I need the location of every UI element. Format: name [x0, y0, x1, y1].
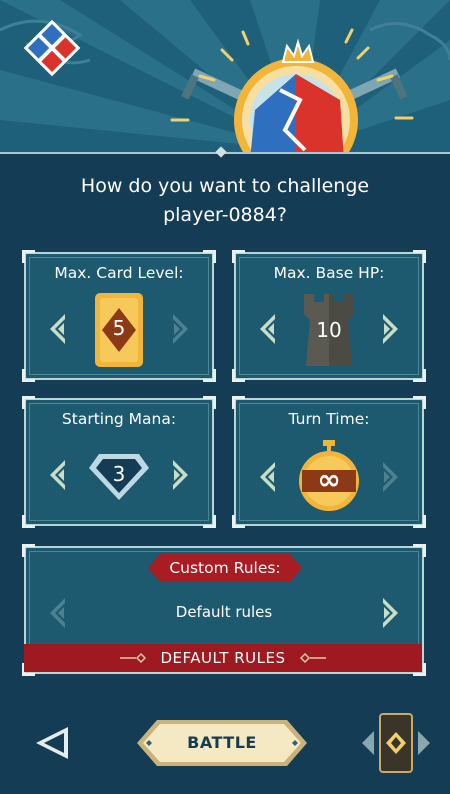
chevron-right-icon: [173, 314, 188, 344]
chevron-left-icon: [260, 314, 275, 344]
chevron-left-icon: [260, 462, 275, 492]
starting-mana-decrease-button[interactable]: [50, 460, 66, 490]
default-rules-banner: DEFAULT RULES: [24, 644, 422, 672]
crossed-swords-shield-icon: [23, 19, 81, 77]
card-level-value: 5: [112, 316, 126, 340]
card-level-increase-button[interactable]: [172, 314, 188, 344]
challenge-title-opponent: player-0884?: [163, 204, 287, 226]
chevron-right-icon: [173, 460, 188, 490]
chevron-right-icon: [383, 314, 398, 344]
deck-card-icon: [362, 713, 430, 773]
starting-mana-value: 3: [112, 462, 126, 486]
starting-mana-label: Starting Mana:: [61, 410, 177, 428]
back-button[interactable]: [34, 726, 70, 760]
challenge-title: How do you want to challenge player-0884…: [0, 172, 450, 230]
base-hp-panel: Max. Base HP: 10: [232, 250, 426, 382]
base-hp-value: 10: [316, 318, 342, 342]
starting-mana-panel: Starting Mana: 3: [22, 396, 216, 528]
card-level-decrease-button[interactable]: [50, 314, 66, 344]
base-hp-decrease-button[interactable]: [260, 314, 276, 344]
turn-time-decrease-button[interactable]: [260, 462, 276, 492]
back-arrow-icon: [36, 727, 68, 759]
turn-time-panel: Turn Time: ∞: [232, 396, 426, 528]
turn-time-increase-button[interactable]: [382, 462, 398, 492]
base-hp-label: Max. Base HP:: [273, 264, 385, 282]
battle-button[interactable]: BATTLE: [135, 718, 309, 768]
chevron-right-icon: [383, 462, 398, 492]
header-banner: [0, 0, 450, 153]
default-rules-banner-text: DEFAULT RULES: [160, 649, 286, 667]
custom-rules-label-badge: Custom Rules:: [148, 554, 302, 582]
turn-time-label: Turn Time:: [288, 410, 370, 428]
battle-button-label: BATTLE: [187, 733, 257, 752]
challenge-title-line1: How do you want to challenge: [80, 175, 370, 197]
custom-rules-value: Default rules: [175, 603, 273, 621]
deck-button[interactable]: [362, 712, 430, 774]
base-hp-increase-button[interactable]: [382, 314, 398, 344]
custom-rules-label: Custom Rules:: [169, 559, 281, 577]
chevron-left-icon: [50, 314, 65, 344]
chevron-left-icon: [50, 460, 65, 490]
turn-time-value: ∞: [317, 463, 341, 496]
card-level-panel: Max. Card Level: 5: [22, 250, 216, 382]
card-level-label: Max. Card Level:: [54, 264, 184, 282]
starting-mana-increase-button[interactable]: [172, 460, 188, 490]
